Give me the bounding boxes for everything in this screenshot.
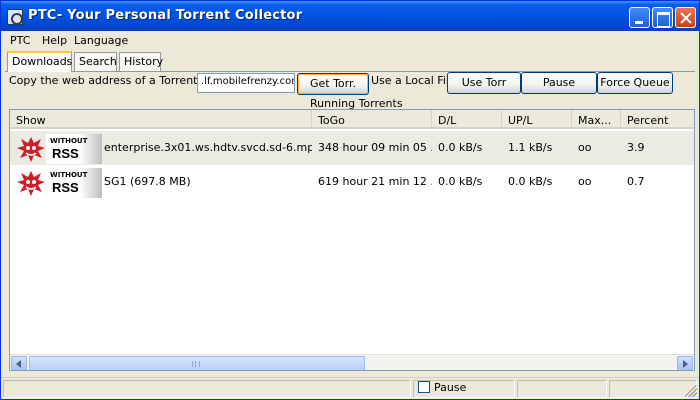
column-header-max[interactable]: Max...	[572, 110, 621, 129]
column-header-percent[interactable]: Percent	[621, 110, 694, 129]
tab-downloads[interactable]: Downloads	[7, 51, 72, 72]
title-bar[interactable]: PTC- Your Personal Torrent Collector	[1, 1, 699, 31]
pause-checkbox[interactable]	[418, 381, 430, 393]
maximize-button[interactable]	[652, 7, 673, 28]
column-header-togo[interactable]: ToGo	[312, 110, 432, 129]
minimize-button[interactable]	[629, 7, 650, 28]
cell-download-rate: 0.0 kB/s	[438, 141, 483, 154]
badge-rss-text: RSS	[52, 146, 79, 161]
torrent-url-input[interactable]: .lf.mobilefrenzy.com	[197, 73, 295, 93]
pause-button[interactable]: Pause	[521, 72, 597, 94]
table-row[interactable]: WITHOUT RSS SG1 (697.8 MB) 619 hour 21 m…	[10, 165, 694, 199]
table-row[interactable]: WITHOUT RSS enterprise.3x01.ws.hdtv.svcd…	[10, 131, 694, 165]
menu-ptc[interactable]: PTC	[10, 34, 30, 47]
scroll-left-button[interactable]	[11, 356, 27, 370]
red-splat-icon	[17, 171, 45, 196]
app-icon[interactable]	[7, 9, 23, 25]
cell-percent: 3.9	[627, 141, 645, 154]
status-bar	[1, 377, 699, 399]
red-splat-icon	[17, 137, 45, 162]
status-panel-3	[517, 380, 607, 398]
badge-without-text: WITHOUT	[50, 137, 88, 145]
use-local-file-label: Use a Local File	[371, 74, 456, 87]
horizontal-scrollbar[interactable]	[10, 354, 694, 370]
menu-bar: PTC Help Language	[1, 31, 699, 50]
status-panel-4	[609, 380, 697, 398]
status-panel-main	[3, 380, 411, 398]
column-header-ul[interactable]: UP/L	[502, 110, 572, 129]
cell-percent: 0.7	[627, 175, 645, 188]
app-window: PTC- Your Personal Torrent Collector PTC…	[0, 0, 700, 400]
force-queue-button[interactable]: Force Queue	[597, 72, 673, 94]
without-rss-badge: WITHOUT RSS	[16, 133, 102, 164]
badge-rss-text: RSS	[52, 180, 79, 195]
cell-togo: 348 hour 09 min 05 ...	[318, 141, 432, 154]
menu-help[interactable]: Help	[42, 34, 67, 47]
cell-upload-rate: 0.0 kB/s	[508, 175, 553, 188]
cell-upload-rate: 1.1 kB/s	[508, 141, 553, 154]
grip-icon	[192, 361, 200, 367]
column-header-show[interactable]: Show	[10, 110, 312, 129]
list-header: Show ToGo D/L UP/L Max... Percent	[10, 110, 694, 129]
scroll-right-button[interactable]	[677, 356, 693, 370]
use-torrent-button[interactable]: Use Torr	[447, 72, 521, 94]
cell-download-rate: 0.0 kB/s	[438, 175, 483, 188]
get-torrent-button[interactable]: Get Torr.	[297, 73, 369, 95]
close-button[interactable]	[675, 7, 696, 28]
column-header-dl[interactable]: D/L	[432, 110, 502, 129]
without-rss-badge: WITHOUT RSS	[16, 167, 102, 198]
resize-grip-icon[interactable]	[685, 385, 697, 397]
cell-max: oo	[578, 141, 592, 154]
copy-url-label: Copy the web address of a Torrent here	[9, 74, 226, 87]
tab-search[interactable]: Search	[74, 52, 117, 71]
badge-without-text: WITHOUT	[50, 171, 88, 179]
pause-checkbox-label[interactable]: Pause	[434, 381, 466, 394]
cell-togo: 619 hour 21 min 12 ...	[318, 175, 432, 188]
scrollbar-thumb[interactable]	[29, 356, 365, 370]
cell-max: oo	[578, 175, 592, 188]
tab-history[interactable]: History	[119, 52, 163, 71]
cell-show: enterprise.3x01.ws.hdtv.svcd.sd-6.mp...	[104, 141, 312, 154]
window-title: PTC- Your Personal Torrent Collector	[28, 8, 303, 23]
cell-show: SG1 (697.8 MB)	[104, 175, 191, 188]
torrent-list[interactable]: Show ToGo D/L UP/L Max... Percent WITHOU…	[9, 109, 695, 371]
menu-language[interactable]: Language	[74, 34, 128, 47]
